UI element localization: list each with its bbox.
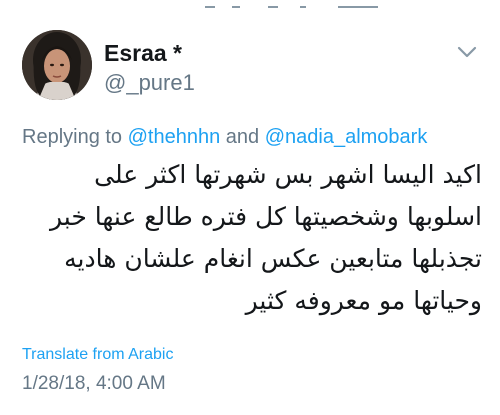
author-handle[interactable]: @_pure1 xyxy=(104,70,195,96)
author-display-name[interactable]: Esraa * xyxy=(104,40,182,66)
tweet-text-line: تجذبلها متابعين عكس انغام علشان هاديه xyxy=(64,244,482,273)
replying-to-label: Replying to xyxy=(22,126,128,148)
tweet-text: اكيد اليسا اشهر بس شهرتها اكثر على اسلوب… xyxy=(22,154,482,322)
mention-link[interactable]: @nadia_almobark xyxy=(265,126,428,148)
mention-link[interactable]: @thehnhn xyxy=(128,126,221,148)
previous-tweet-fragment xyxy=(0,0,500,10)
tweet-text-line: اسلوبها وشخصيتها كل فتره طالع عنها خبر xyxy=(50,202,482,231)
tweet-timestamp[interactable]: 1/28/18, 4:00 AM xyxy=(22,372,166,396)
avatar[interactable] xyxy=(22,30,92,100)
chevron-down-icon[interactable] xyxy=(454,42,480,62)
tweet-text-line: اكيد اليسا اشهر بس شهرتها اكثر على xyxy=(94,160,482,189)
replying-to-conjunction: and xyxy=(220,126,265,148)
translate-link[interactable]: Translate from Arabic xyxy=(22,345,173,365)
tweet-text-line: وحياتها مو معروفه كثير xyxy=(245,286,482,315)
tweet-card: Esraa * @_pure1 Replying to @thehnhn and… xyxy=(0,0,500,415)
replying-to-line: Replying to @thehnhn and @nadia_almobark xyxy=(22,124,427,150)
